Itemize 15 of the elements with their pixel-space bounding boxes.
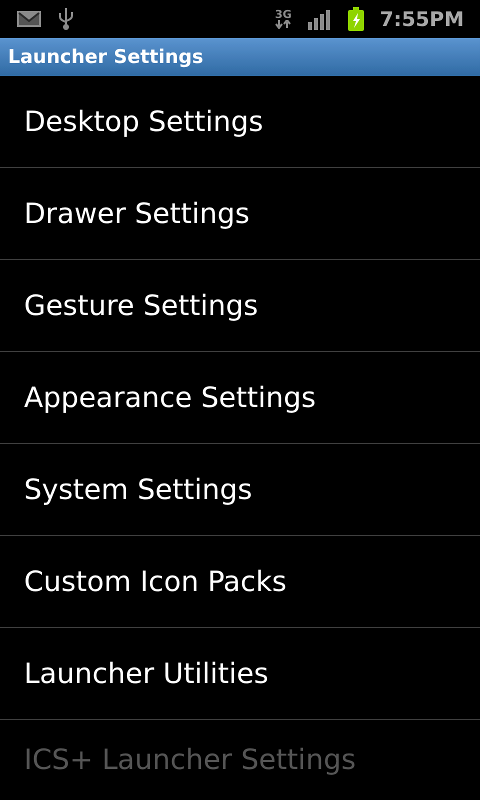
- mail-icon: [16, 10, 42, 28]
- signal-icon: [308, 8, 332, 30]
- settings-item[interactable]: Gesture Settings: [24, 284, 258, 326]
- settings-item[interactable]: Launcher Utilities: [24, 652, 268, 694]
- settings-item[interactable]: Custom Icon Packs: [24, 560, 287, 602]
- window-title: Launcher Settings: [8, 44, 204, 70]
- clock-time: 7:55PM: [380, 6, 464, 33]
- data-arrows-icon: [275, 20, 292, 29]
- settings-item[interactable]: Drawer Settings: [24, 192, 250, 234]
- settings-item[interactable]: Appearance Settings: [24, 376, 316, 418]
- usb-icon: [58, 7, 74, 31]
- settings-item[interactable]: Desktop Settings: [24, 100, 264, 142]
- battery-charging-icon: [348, 7, 364, 31]
- settings-item[interactable]: System Settings: [24, 468, 252, 510]
- network-type: 3G: [275, 9, 292, 20]
